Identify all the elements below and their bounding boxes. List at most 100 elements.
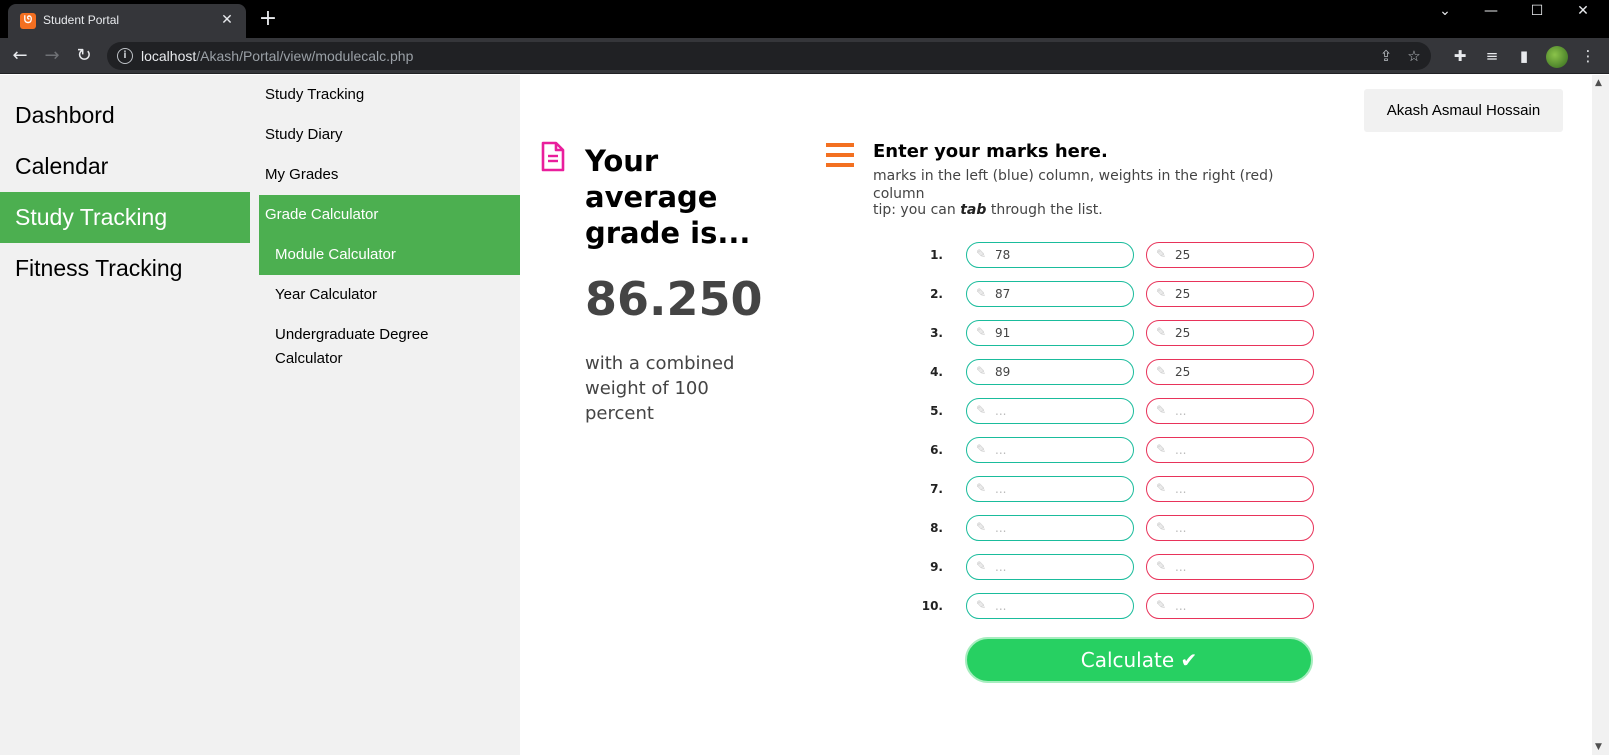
- average-grade-heading: Your average grade is...: [585, 144, 751, 250]
- document-icon: [541, 141, 565, 172]
- pencil-icon: ✎: [1156, 403, 1167, 417]
- weight-input[interactable]: ✎...: [1146, 515, 1314, 541]
- reading-list-icon[interactable]: ≡: [1482, 46, 1502, 66]
- back-arrow-icon[interactable]: ←: [8, 44, 32, 68]
- calculate-button[interactable]: Calculate ✔: [965, 637, 1313, 683]
- subnav-my-grades[interactable]: My Grades: [259, 155, 520, 195]
- user-name-button[interactable]: Akash Asmaul Hossain: [1364, 89, 1563, 132]
- row-number: 1.: [930, 248, 943, 262]
- nav-calendar[interactable]: Calendar: [0, 141, 250, 192]
- scroll-down-arrow-icon[interactable]: ▼: [1595, 742, 1602, 752]
- xampp-favicon-icon: ᘎ: [20, 13, 36, 29]
- tab-close-icon[interactable]: ✕: [218, 11, 236, 29]
- sidebar: Dashbord Calendar Study Tracking Fitness…: [0, 75, 520, 755]
- browser-titlebar: ᘎ Student Portal ✕ + ⌄ — ☐ ✕: [0, 0, 1609, 38]
- row-number: 2.: [930, 287, 943, 301]
- subnav-undergraduate-degree-calculator[interactable]: Undergraduate Degree Calculator: [259, 323, 459, 371]
- weight-input[interactable]: ✎ 25: [1146, 242, 1314, 268]
- row-number: 10.: [921, 599, 943, 613]
- subnav-year-calculator[interactable]: Year Calculator: [259, 283, 520, 307]
- weight-input[interactable]: ✎ 25: [1146, 359, 1314, 385]
- mark-input[interactable]: ✎ 89: [966, 359, 1134, 385]
- mark-input[interactable]: ✎...: [966, 515, 1134, 541]
- browser-tab[interactable]: ᘎ Student Portal ✕: [8, 4, 246, 38]
- reload-icon[interactable]: ↻: [72, 44, 96, 68]
- mark-value: 78: [995, 248, 1011, 262]
- row-number: 6.: [930, 443, 943, 457]
- extensions-puzzle-icon[interactable]: ✚: [1450, 46, 1470, 66]
- mark-input[interactable]: ✎ 87: [966, 281, 1134, 307]
- bookmark-star-icon[interactable]: ☆: [1404, 46, 1424, 66]
- share-icon[interactable]: ⇪: [1376, 46, 1396, 66]
- profile-avatar[interactable]: [1546, 46, 1568, 68]
- mark-placeholder: ...: [995, 560, 1007, 574]
- pencil-icon: ✎: [976, 286, 987, 300]
- nav-study-tracking[interactable]: Study Tracking: [0, 192, 250, 243]
- pencil-icon: ✎: [976, 325, 987, 339]
- weight-value: 25: [1175, 326, 1191, 340]
- mark-placeholder: ...: [995, 521, 1007, 535]
- nav-dashbord[interactable]: Dashbord: [0, 90, 250, 141]
- pencil-icon: ✎: [976, 442, 987, 456]
- site-info-icon[interactable]: i: [117, 48, 133, 64]
- mark-placeholder: ...: [995, 404, 1007, 418]
- close-window-icon[interactable]: ✕: [1560, 0, 1606, 38]
- pencil-icon: ✎: [976, 364, 987, 378]
- url-text: localhost/Akash/Portal/view/modulecalc.p…: [141, 48, 414, 64]
- subnav-study-diary[interactable]: Study Diary: [259, 115, 520, 155]
- forward-arrow-icon[interactable]: →: [40, 44, 64, 68]
- address-bar[interactable]: i localhost/Akash/Portal/view/modulecalc…: [107, 42, 1431, 70]
- browser-toolbar: ← → ↻ i localhost/Akash/Portal/view/modu…: [0, 38, 1609, 74]
- pencil-icon: ✎: [976, 559, 987, 573]
- mark-input[interactable]: ✎...: [966, 476, 1134, 502]
- weight-placeholder: ...: [1175, 443, 1187, 457]
- pencil-icon: ✎: [976, 520, 987, 534]
- weight-input[interactable]: ✎...: [1146, 593, 1314, 619]
- mark-input[interactable]: ✎ 91: [966, 320, 1134, 346]
- mark-placeholder: ...: [995, 599, 1007, 613]
- weight-value: 25: [1175, 365, 1191, 379]
- mark-input[interactable]: ✎...: [966, 398, 1134, 424]
- row-number: 5.: [930, 404, 943, 418]
- weight-input[interactable]: ✎ 25: [1146, 320, 1314, 346]
- form-heading: Enter your marks here.: [873, 141, 1108, 162]
- subnav-module-calculator[interactable]: Module Calculator: [259, 235, 520, 275]
- mark-input[interactable]: ✎...: [966, 437, 1134, 463]
- pencil-icon: ✎: [1156, 364, 1167, 378]
- scroll-up-arrow-icon[interactable]: ▲: [1595, 78, 1602, 88]
- subnav-grade-calculator[interactable]: Grade Calculator: [259, 195, 520, 235]
- pencil-icon: ✎: [1156, 325, 1167, 339]
- maximize-icon[interactable]: ☐: [1514, 0, 1560, 38]
- row-number: 7.: [930, 482, 943, 496]
- weight-value: 25: [1175, 287, 1191, 301]
- minimize-icon[interactable]: —: [1468, 0, 1514, 38]
- mark-value: 87: [995, 287, 1011, 301]
- mark-value: 91: [995, 326, 1011, 340]
- row-number: 9.: [930, 560, 943, 574]
- side-panel-icon[interactable]: ▮: [1514, 46, 1534, 66]
- weight-input[interactable]: ✎ 25: [1146, 281, 1314, 307]
- row-number: 8.: [930, 521, 943, 535]
- subnav-study-tracking[interactable]: Study Tracking: [259, 75, 520, 115]
- row-number: 4.: [930, 365, 943, 379]
- mark-placeholder: ...: [995, 443, 1007, 457]
- nav-fitness-tracking[interactable]: Fitness Tracking: [0, 243, 250, 294]
- weight-input[interactable]: ✎...: [1146, 437, 1314, 463]
- mark-input[interactable]: ✎...: [966, 554, 1134, 580]
- weight-input[interactable]: ✎...: [1146, 554, 1314, 580]
- mark-input[interactable]: ✎ 78: [966, 242, 1134, 268]
- pencil-icon: ✎: [1156, 598, 1167, 612]
- pencil-icon: ✎: [1156, 442, 1167, 456]
- browser-menu-icon[interactable]: ⋮: [1578, 46, 1598, 66]
- tab-search-icon[interactable]: ⌄: [1422, 0, 1468, 38]
- page-scrollbar[interactable]: [1592, 75, 1609, 755]
- list-icon: [826, 143, 854, 173]
- form-tip: tip: you can tab through the list.: [873, 202, 1103, 218]
- new-tab-icon[interactable]: +: [258, 8, 278, 30]
- weight-input[interactable]: ✎...: [1146, 398, 1314, 424]
- mark-input[interactable]: ✎...: [966, 593, 1134, 619]
- pencil-icon: ✎: [1156, 559, 1167, 573]
- form-subheading: marks in the left (blue) column, weights…: [873, 168, 1274, 202]
- tab-title: Student Portal: [43, 13, 120, 27]
- weight-input[interactable]: ✎...: [1146, 476, 1314, 502]
